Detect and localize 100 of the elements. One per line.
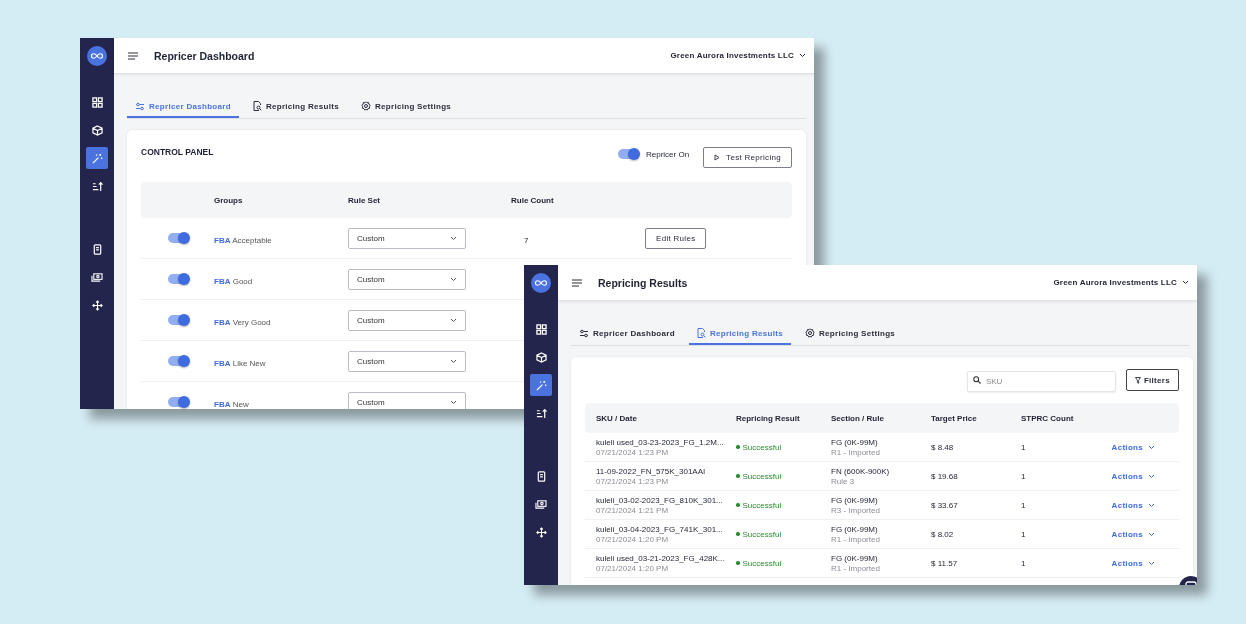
rule-text: R1 - Imported (831, 447, 881, 457)
status-text: Successful (742, 442, 782, 452)
price-text: $ 8.02 (931, 529, 954, 539)
rule-text: Rule 3 (831, 476, 856, 486)
actions-dropdown[interactable]: Actions (1111, 529, 1179, 539)
price-text: $ 33.67 (931, 500, 958, 510)
sku-text: kuleli used_03-23-2023_FG_1.2M... (596, 437, 725, 447)
grid-icon (535, 323, 547, 335)
group-name: FBA Acceptable (214, 236, 272, 245)
edit-rules-button[interactable]: Edit Rules (645, 227, 707, 249)
logo-icon (87, 46, 107, 66)
tab[interactable]: Repricer Dashboard (571, 323, 683, 345)
gear-icon (805, 328, 815, 338)
search-field[interactable]: SKU (966, 370, 1116, 392)
column-header: STPRC Count (1021, 413, 1075, 423)
tab[interactable]: Repricing Results (688, 323, 791, 345)
rule-set-dropdown[interactable]: Custom (348, 227, 466, 249)
move-icon (91, 299, 103, 311)
group-name: FBA Good (214, 277, 253, 286)
status-text: Successful (742, 529, 782, 539)
box-icon (535, 351, 547, 363)
status-text: Successful (742, 500, 782, 510)
toggle-switch[interactable] (618, 149, 638, 159)
count-text: 1 (1021, 442, 1026, 452)
sku-text: 11-09-2022_FN_575K_301AAI (596, 466, 707, 476)
status-dot (736, 445, 740, 449)
rule-set-dropdown[interactable]: Custom (348, 350, 466, 372)
sort-icon (91, 180, 103, 192)
section-text: FG (0K-99M) (831, 437, 879, 447)
search-icon (972, 376, 981, 384)
rule-set-dropdown[interactable]: Custom (348, 268, 466, 290)
rule-set-dropdown[interactable]: Custom (348, 309, 466, 331)
group-name: FBA Very Good (214, 318, 271, 327)
company-selector[interactable]: Green Aurora Investments LLC (1053, 278, 1177, 287)
column-header: Groups (214, 195, 244, 205)
menu-icon[interactable] (128, 51, 138, 60)
date-text: 07/21/2024 1:21 PM (596, 505, 670, 515)
date-text: 07/21/2024 1:20 PM (596, 563, 670, 573)
group-name: FBA Like New (214, 359, 266, 368)
rule-text: R1 - Imported (831, 534, 881, 544)
toggle-switch[interactable] (167, 356, 188, 366)
date-text: 07/21/2024 1:20 PM (596, 534, 670, 544)
status-dot (736, 532, 740, 536)
chevron-down-icon (1148, 444, 1155, 450)
box-icon (91, 124, 103, 136)
chevron-down-icon (1148, 473, 1155, 479)
sort-icon (535, 407, 547, 419)
chevron-down-icon (1148, 531, 1155, 537)
chevron-down-icon (799, 53, 806, 58)
toggle-label: Repricer On (646, 149, 690, 159)
status-dot (736, 474, 740, 478)
page-title: Repricing Results (598, 276, 689, 289)
tab[interactable]: Repricer Dashboard (127, 96, 239, 118)
rule-text: R3 - Imported (831, 505, 881, 515)
document-search-icon (252, 101, 262, 111)
toggle-switch[interactable] (167, 274, 188, 284)
chevron-down-icon (1148, 560, 1155, 566)
count-text: 1 (1021, 500, 1026, 510)
filters-button[interactable]: Filters (1125, 369, 1179, 391)
document-icon (535, 470, 547, 482)
magic-wand-icon (91, 152, 103, 164)
column-header: Repricing Result (736, 413, 801, 423)
magic-wand-icon (535, 379, 547, 391)
money-icon (535, 498, 547, 510)
grid-icon (91, 96, 103, 108)
actions-dropdown[interactable]: Actions (1111, 500, 1179, 510)
rule-text: R1 - Imported (831, 563, 881, 573)
price-text: $ 19.68 (931, 471, 958, 481)
section-text: FG (0K-99M) (831, 495, 879, 505)
sku-text: kuleli_03-02-2023_FG_810K_301... (596, 495, 724, 505)
toggle-switch[interactable] (167, 315, 188, 325)
toggle-switch[interactable] (167, 233, 188, 243)
section-text: FG (0K-99M) (831, 553, 879, 563)
chevron-down-icon (450, 276, 457, 282)
date-text: 07/21/2024 1:23 PM (596, 476, 670, 486)
column-header: Target Price (931, 413, 978, 423)
column-header: SKU / Date (596, 413, 638, 423)
sliders-icon (579, 328, 589, 338)
move-icon (535, 526, 547, 538)
rule-set-dropdown[interactable]: Custom (348, 391, 466, 409)
chevron-down-icon (1182, 280, 1189, 285)
actions-dropdown[interactable]: Actions (1111, 442, 1179, 452)
tab[interactable]: Repricing Results (244, 96, 347, 118)
count-text: 1 (1021, 471, 1026, 481)
group-name: FBA New (214, 400, 249, 409)
money-icon (91, 271, 103, 283)
page-title: Repricer Dashboard (154, 49, 256, 62)
play-icon (714, 154, 721, 161)
menu-icon[interactable] (572, 278, 582, 287)
company-selector[interactable]: Green Aurora Investments LLC (670, 51, 794, 60)
panel-title: CONTROL PANEL (141, 147, 215, 157)
toggle-switch[interactable] (167, 397, 188, 407)
tab[interactable]: Repricing Settings (797, 323, 904, 345)
test-repricing-button[interactable]: Test Repricing (703, 147, 792, 168)
tab[interactable]: Repricing Settings (353, 96, 460, 118)
actions-dropdown[interactable]: Actions (1111, 558, 1179, 568)
sku-text: kuleli_03-04-2023_FG_741K_301... (596, 524, 724, 534)
actions-dropdown[interactable]: Actions (1111, 471, 1179, 481)
date-text: 07/21/2024 1:23 PM (596, 447, 670, 457)
column-header: Rule Set (348, 195, 381, 205)
